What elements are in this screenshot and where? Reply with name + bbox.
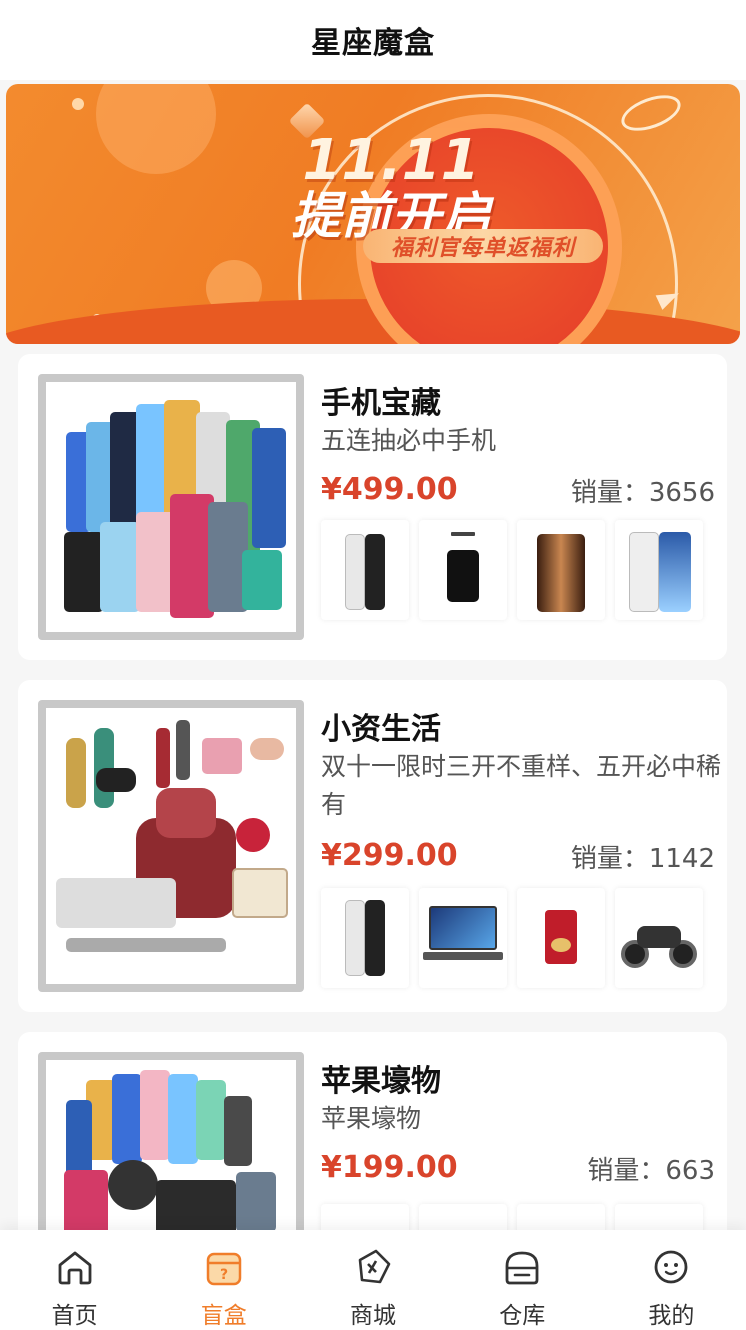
product-thumb-folding-phone[interactable] [321,888,409,988]
blind-box-card[interactable]: 小资生活 双十一限时三开不重样、五开必中稀有 ¥299.00 销量：1142 [18,680,727,1012]
box-subtitle: 双十一限时三开不重样、五开必中稀有 [321,752,722,819]
tab-warehouse[interactable]: 仓库 [448,1230,597,1330]
box-sales: 销量：3656 [570,478,715,508]
product-thumb-laptop[interactable] [419,888,507,988]
product-thumb-folding-phone[interactable] [321,520,409,620]
blind-box-card[interactable]: 苹果壕物 苹果壕物 ¥199.00 销量：663 [18,1032,727,1252]
mall-icon [358,1249,391,1284]
box-subtitle: 苹果壕物 [321,1104,422,1133]
svg-text:?: ? [220,1267,228,1283]
tab-label: 仓库 [499,1303,546,1329]
app-header: 星座魔盒 [0,0,746,80]
tab-home[interactable]: 首页 [0,1230,149,1330]
product-thumb-motorcycle[interactable] [615,888,703,988]
tab-label: 盲盒 [200,1303,247,1329]
box-sales: 销量：663 [587,1156,715,1186]
tab-blind-box[interactable]: ? 盲盒 [149,1230,298,1330]
product-thumb-vertu-phone[interactable] [419,520,507,620]
box-cover-image [38,374,304,640]
box-title: 苹果壕物 [321,1064,441,1099]
warehouse-icon [505,1251,539,1285]
box-cover-image [38,700,304,992]
box-subtitle: 五连抽必中手机 [321,426,497,455]
tab-profile[interactable]: 我的 [597,1230,746,1330]
box-price: ¥299.00 [321,838,458,873]
tab-label: 我的 [648,1303,695,1329]
tab-mall[interactable]: 商城 [298,1230,447,1330]
profile-icon [655,1250,688,1284]
product-thumb-ring-box[interactable] [517,888,605,988]
home-icon [58,1251,91,1285]
page-title: 星座魔盒 [311,26,435,61]
box-title: 小资生活 [321,712,441,747]
bottom-tab-bar: 首页 ? 盲盒 商城 仓库 我的 [0,1230,746,1330]
box-sales: 销量：1142 [570,844,715,874]
box-title: 手机宝藏 [321,386,441,421]
box-cover-image [38,1052,304,1252]
blind-box-icon: ? [206,1252,242,1286]
tab-label: 商城 [350,1303,396,1329]
promo-banner[interactable]: 11.11 提前开启 福利官每单返福利 [6,84,740,344]
banner-ribbon: 福利官每单返福利 [363,229,603,263]
banner-decoration [72,98,84,110]
tab-label: 首页 [51,1303,98,1329]
product-thumb-huawei-foldable[interactable] [615,520,703,620]
blind-box-card[interactable]: 手机宝藏 五连抽必中手机 ¥499.00 销量：3656 [18,354,727,660]
product-thumb-folding-phone-gold[interactable] [517,520,605,620]
box-price: ¥499.00 [321,472,458,507]
box-price: ¥199.00 [321,1150,458,1185]
